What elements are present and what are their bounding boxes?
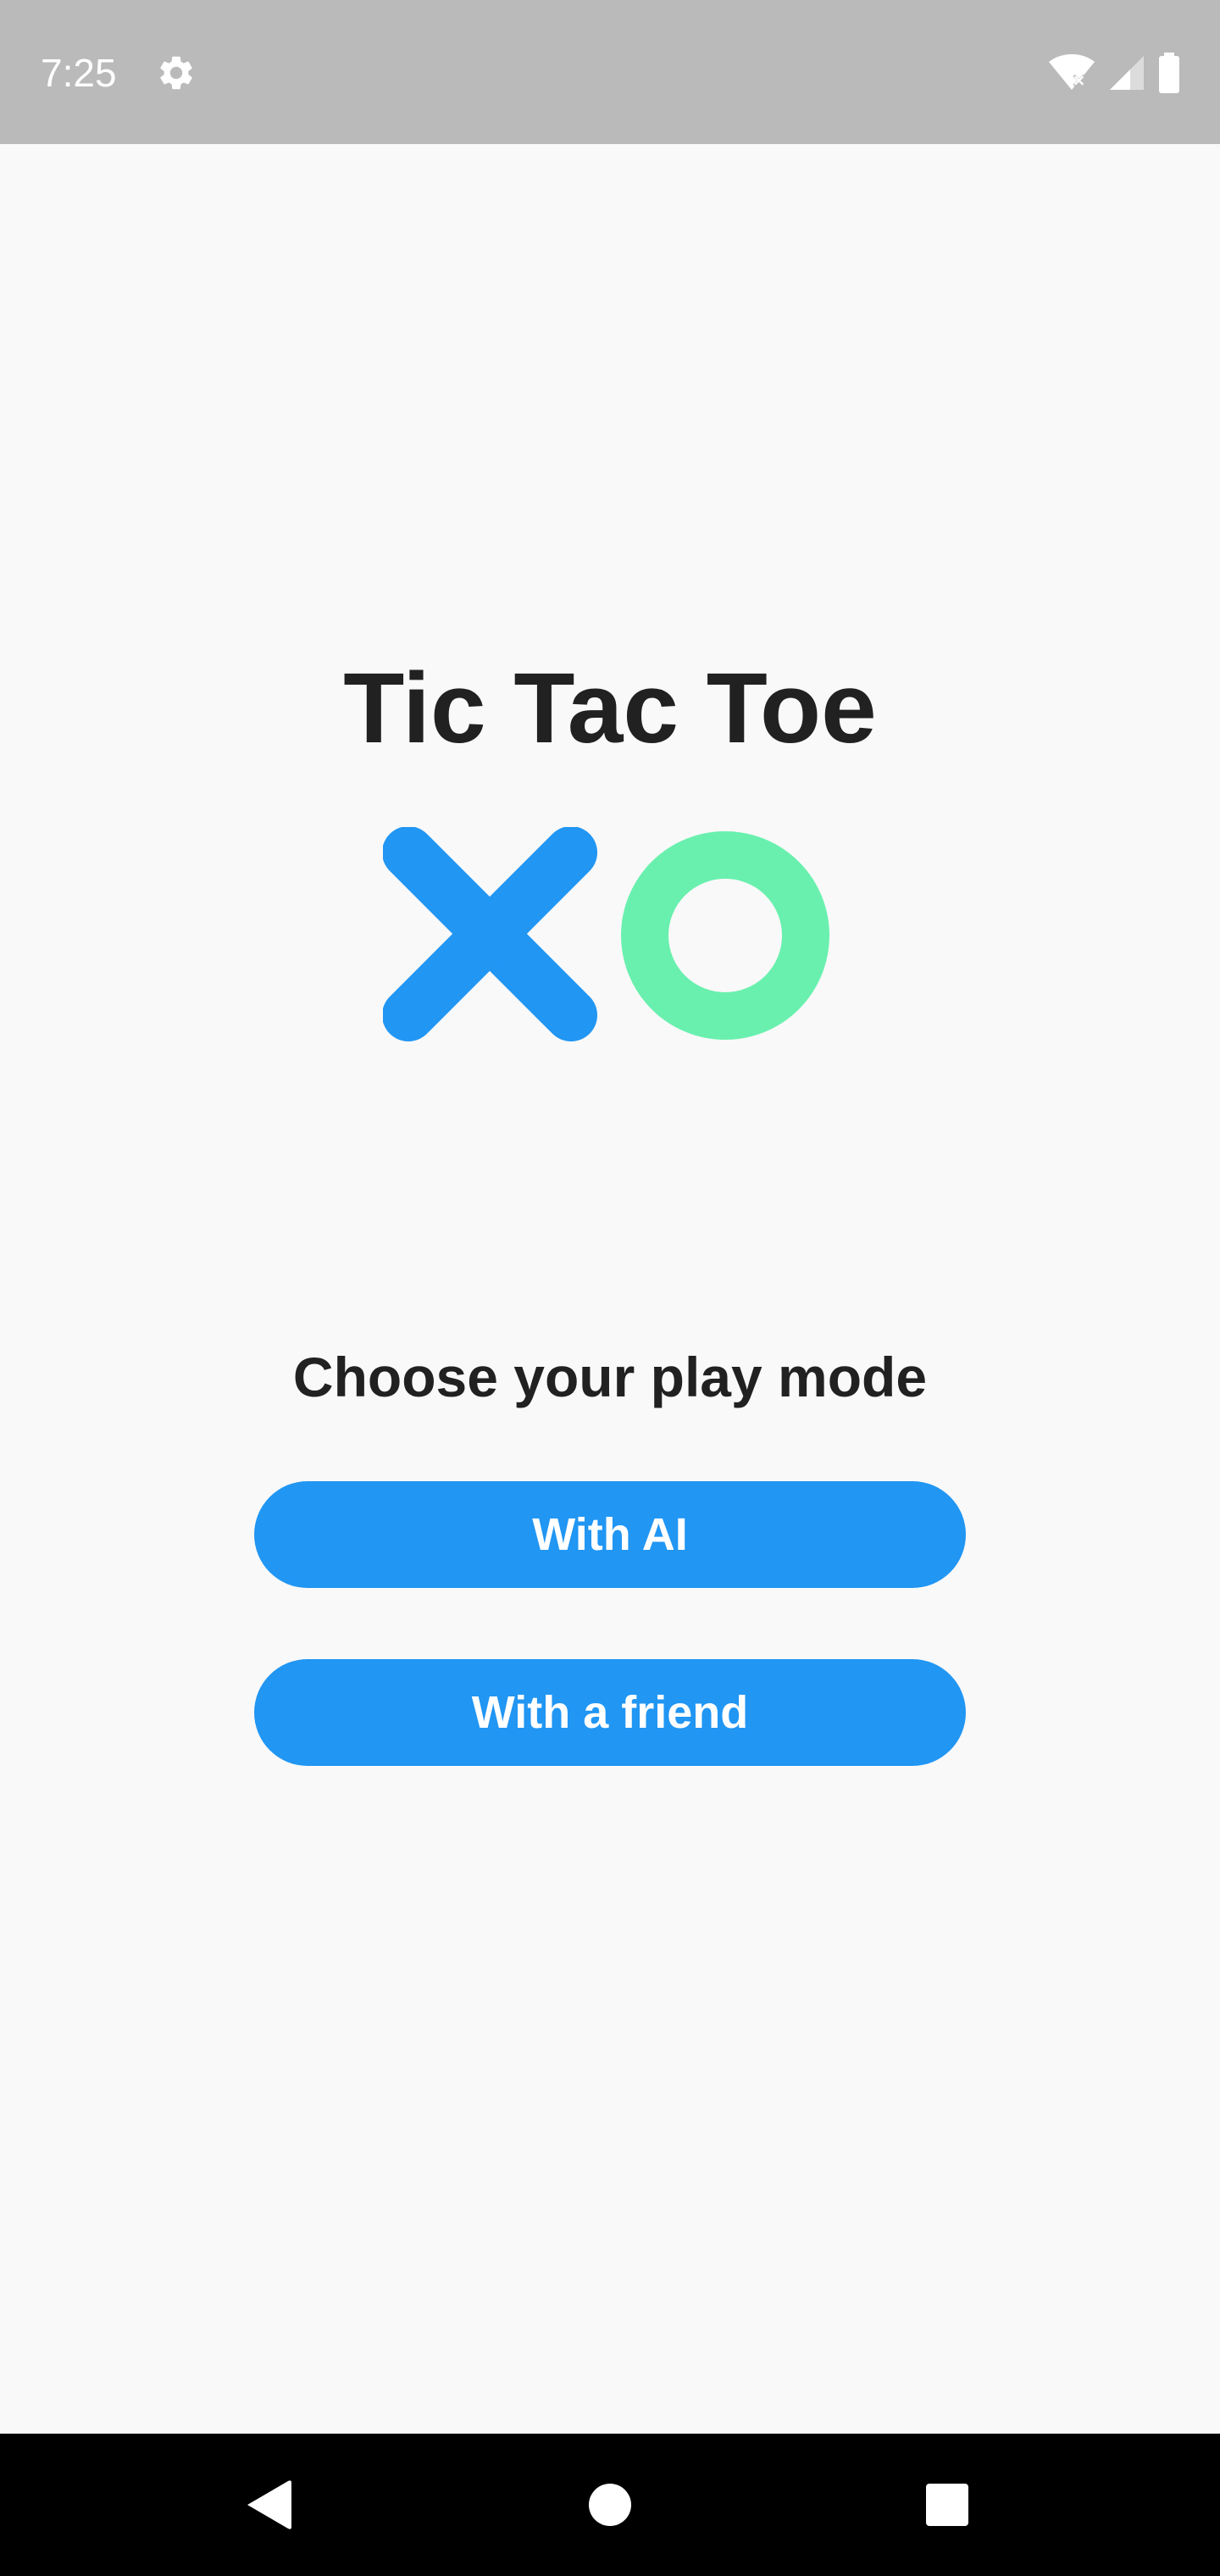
status-time: 7:25: [41, 51, 117, 95]
back-icon: [247, 2480, 291, 2529]
recents-button[interactable]: [893, 2451, 1001, 2559]
gear-icon: [160, 56, 192, 90]
home-button[interactable]: [556, 2451, 664, 2559]
play-mode-prompt: Choose your play mode: [292, 1346, 928, 1408]
with-friend-button[interactable]: With a friend: [254, 1659, 966, 1766]
home-icon: [589, 2484, 631, 2526]
back-button[interactable]: [215, 2451, 324, 2559]
xo-logo: [383, 827, 829, 1041]
battery-icon: [1159, 53, 1179, 93]
wifi-off-icon: [1049, 54, 1095, 90]
o-mark-icon: [621, 831, 829, 1040]
app-title: Tic Tac Toe: [343, 652, 877, 764]
recents-icon: [926, 2484, 968, 2526]
status-icons: [1047, 53, 1181, 93]
navigation-bar: [0, 2434, 1220, 2576]
with-ai-button[interactable]: With AI: [254, 1481, 966, 1588]
cell-signal-icon: [1110, 56, 1144, 90]
status-bar: 7:25: [0, 0, 1220, 144]
x-mark-icon: [383, 827, 597, 1041]
